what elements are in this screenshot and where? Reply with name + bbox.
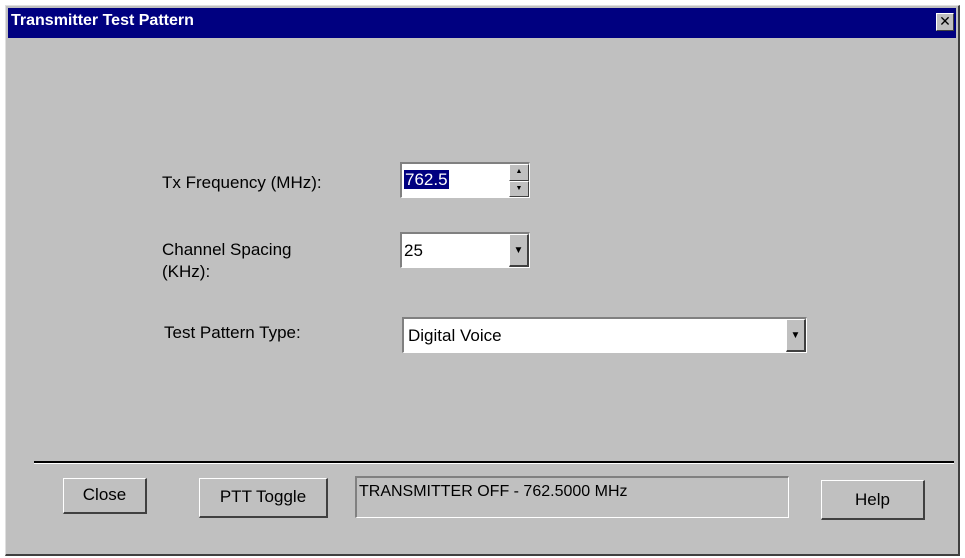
spin-up-button[interactable]: ▲ — [509, 164, 529, 181]
tx-frequency-label: Tx Frequency (MHz): — [162, 173, 322, 192]
test-pattern-type-select[interactable]: Digital Voice ▼ — [402, 317, 807, 353]
channel-spacing-label: Channel Spacing (KHz): — [162, 239, 291, 283]
footer-separator — [34, 461, 954, 464]
channel-spacing-select[interactable]: 25 ▼ — [400, 232, 530, 268]
title-bar[interactable]: Transmitter Test Pattern ✕ — [8, 8, 956, 38]
tx-frequency-value: 762.5 — [404, 170, 449, 189]
spin-down-button[interactable]: ▼ — [509, 180, 529, 197]
close-button[interactable]: Close — [63, 478, 147, 514]
close-window-button[interactable]: ✕ — [936, 13, 954, 31]
window-title: Transmitter Test Pattern — [11, 12, 194, 29]
channel-spacing-dropdown-button[interactable]: ▼ — [509, 234, 529, 267]
tx-frequency-spin-buttons: ▲ ▼ — [509, 164, 529, 197]
ptt-toggle-button[interactable]: PTT Toggle — [199, 478, 328, 518]
arrow-down-icon: ▼ — [515, 184, 523, 192]
test-pattern-type-label: Test Pattern Type: — [164, 323, 301, 342]
transmitter-status-panel: TRANSMITTER OFF - 762.5000 MHz — [355, 476, 789, 518]
chevron-down-icon: ▼ — [790, 330, 801, 341]
channel-spacing-label-line2: (KHz): — [162, 262, 211, 281]
test-pattern-type-value: Digital Voice — [408, 326, 502, 345]
channel-spacing-value: 25 — [404, 241, 423, 260]
help-button[interactable]: Help — [821, 480, 925, 520]
tx-frequency-spinbox[interactable]: 762.5 ▲ ▼ — [400, 162, 530, 198]
arrow-up-icon: ▲ — [515, 168, 523, 175]
chevron-down-icon: ▼ — [513, 245, 524, 256]
tx-frequency-input[interactable]: 762.5 — [404, 169, 449, 191]
dialog-window: Transmitter Test Pattern ✕ Tx Frequency … — [5, 5, 960, 556]
channel-spacing-label-line1: Channel Spacing — [162, 240, 292, 259]
close-icon: ✕ — [939, 13, 951, 29]
transmitter-status-text: TRANSMITTER OFF - 762.5000 MHz — [359, 483, 628, 500]
test-pattern-type-dropdown-button[interactable]: ▼ — [786, 319, 806, 352]
